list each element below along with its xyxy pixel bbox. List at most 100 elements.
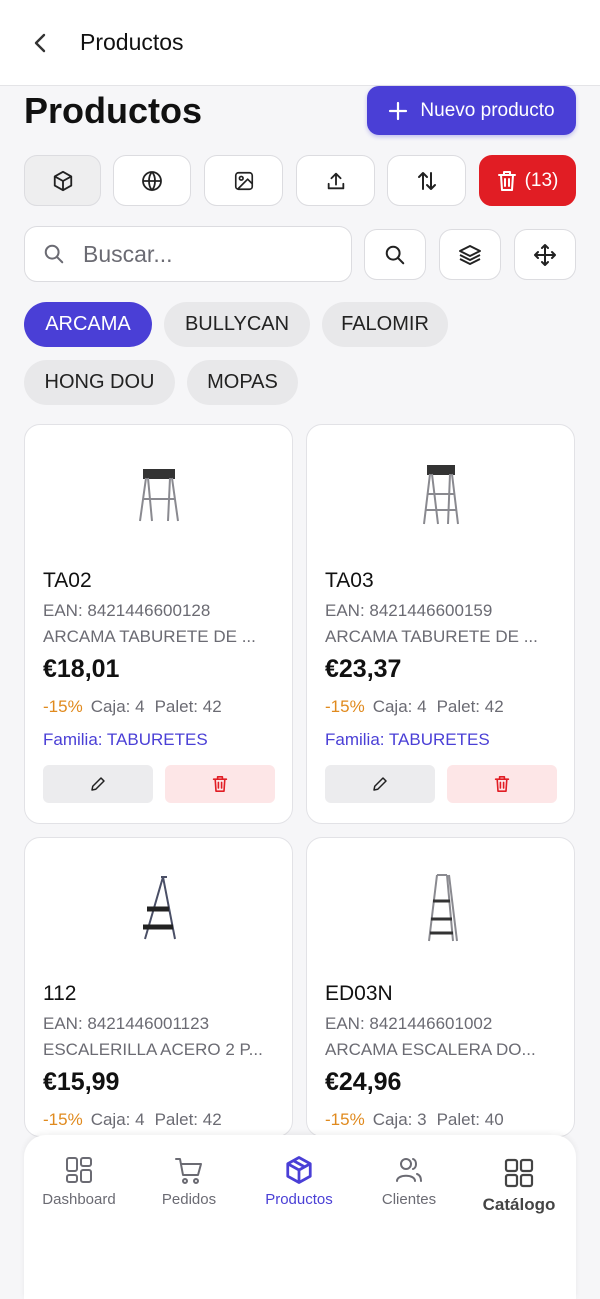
product-ean: EAN: 8421446601002: [325, 1014, 493, 1033]
product-caja: Caja: 4: [90, 697, 145, 716]
grid-icon: [504, 1158, 534, 1188]
product-meta: -15% Caja: 4 Palet: 42: [325, 697, 504, 717]
image-icon: [234, 171, 253, 190]
pencil-icon: [91, 777, 105, 791]
dashboard-icon: [66, 1157, 92, 1183]
product-family[interactable]: Familia: TABURETES: [325, 730, 490, 750]
product-discount: -15%: [43, 697, 83, 716]
nav-label: Dashboard: [42, 1191, 116, 1208]
nav-item-pedidos[interactable]: Pedidos: [134, 1155, 244, 1208]
delete-product-button[interactable]: [165, 765, 275, 803]
product-ean: EAN: 8421446600159: [325, 601, 493, 620]
chevron-left-icon: [34, 33, 46, 52]
brand-chip-bullycan[interactable]: BULLYCAN: [164, 302, 310, 347]
product-palet: Palet: 40: [436, 1110, 504, 1129]
move-button[interactable]: [514, 229, 576, 280]
search-placeholder: Buscar...: [83, 240, 173, 267]
product-discount: -15%: [325, 1110, 365, 1129]
page-title: Productos: [24, 90, 203, 131]
users-icon: [396, 1158, 422, 1182]
brand-chip-arcama[interactable]: ARCAMA: [24, 302, 152, 347]
nav-item-clientes[interactable]: Clientes: [354, 1155, 464, 1208]
product-image: [25, 838, 292, 978]
product-family[interactable]: Familia: TABURETES: [43, 730, 208, 750]
top-bar: Productos: [0, 0, 600, 86]
delete-count: (13): [524, 169, 559, 191]
product-meta: -15% Caja: 4 Palet: 42: [43, 697, 222, 717]
nav-item-dashboard[interactable]: Dashboard: [24, 1155, 134, 1208]
trash-icon: [497, 170, 516, 191]
search-icon: [385, 245, 405, 264]
new-product-label: Nuevo producto: [420, 99, 555, 121]
product-image: [307, 425, 574, 565]
move-icon: [534, 243, 556, 266]
product-caja: Caja: 3: [372, 1110, 427, 1129]
nav-label: Productos: [265, 1191, 333, 1208]
product-code: 112: [43, 982, 77, 1005]
product-image: [25, 425, 292, 565]
product-image: [307, 838, 574, 978]
nav-label: Pedidos: [161, 1191, 217, 1208]
edit-product-button[interactable]: [43, 765, 153, 803]
product-card[interactable]: 112 EAN: 8421446001123 ESCALERILLA ACERO…: [24, 837, 293, 1137]
product-palet: Palet: 42: [154, 1110, 222, 1129]
layers-button[interactable]: [439, 229, 501, 280]
product-code: TA03: [325, 569, 374, 592]
product-card[interactable]: TA02 EAN: 8421446600128 ARCAMA TABURETE …: [24, 424, 293, 824]
layers-icon: [459, 244, 481, 265]
search-icon: [44, 244, 64, 264]
product-palet: Palet: 42: [436, 697, 504, 716]
upload-icon: [327, 172, 344, 189]
product-description: ARCAMA TABURETE DE ...: [43, 627, 256, 646]
delete-product-button[interactable]: [447, 765, 557, 803]
product-description: ARCAMA TABURETE DE ...: [325, 627, 538, 646]
product-price: €15,99: [43, 1068, 120, 1096]
product-caja: Caja: 4: [372, 697, 427, 716]
new-product-button[interactable]: Nuevo producto: [367, 86, 576, 135]
brand-chip-hong-dou[interactable]: HONG DOU: [24, 360, 175, 405]
product-price: €24,96: [325, 1068, 402, 1096]
sort-icon: [417, 171, 436, 190]
globe-icon: [142, 170, 162, 191]
brand-chip-mopas[interactable]: MOPAS: [187, 360, 298, 405]
product-code: ED03N: [325, 982, 393, 1005]
trash-icon: [494, 776, 510, 792]
cart-icon: [175, 1158, 202, 1184]
product-ean: EAN: 8421446600128: [43, 601, 211, 620]
pencil-icon: [373, 777, 387, 791]
top-bar-title: Productos: [80, 29, 184, 55]
image-button[interactable]: [204, 155, 283, 206]
nav-label: Catálogo: [482, 1195, 556, 1214]
product-card[interactable]: TA03 EAN: 8421446600159 ARCAMA TABURETE …: [306, 424, 575, 824]
bottom-navigation: Dashboard Pedidos Productos Clientes Cat…: [24, 1135, 576, 1299]
product-discount: -15%: [325, 697, 365, 716]
cube-icon: [286, 1156, 312, 1184]
product-caja: Caja: 4: [90, 1110, 145, 1129]
nav-item-productos[interactable]: Productos: [244, 1155, 354, 1208]
edit-product-button[interactable]: [325, 765, 435, 803]
nav-item-catalogo[interactable]: Catálogo: [464, 1157, 574, 1215]
product-meta: -15% Caja: 4 Palet: 42: [43, 1110, 222, 1130]
brand-chip-falomir[interactable]: FALOMIR: [322, 302, 448, 347]
product-discount: -15%: [43, 1110, 83, 1129]
globe-button[interactable]: [113, 155, 191, 206]
plus-icon: [389, 101, 408, 120]
product-card[interactable]: ED03N EAN: 8421446601002 ARCAMA ESCALERA…: [306, 837, 575, 1137]
product-code: TA02: [43, 569, 92, 592]
product-price: €23,37: [325, 655, 402, 683]
trash-icon: [212, 776, 228, 792]
product-meta: -15% Caja: 3 Palet: 40: [325, 1110, 504, 1130]
search-button[interactable]: [364, 229, 426, 280]
product-ean: EAN: 8421446001123: [43, 1014, 210, 1033]
product-palet: Palet: 42: [154, 697, 222, 716]
search-input[interactable]: Buscar...: [24, 226, 352, 282]
nav-label: Clientes: [381, 1191, 437, 1208]
upload-button[interactable]: [296, 155, 375, 206]
delete-selected-button[interactable]: (13): [479, 155, 576, 206]
back-button[interactable]: [20, 23, 60, 63]
product-description: ARCAMA ESCALERA DO...: [325, 1040, 536, 1059]
sort-button[interactable]: [387, 155, 466, 206]
product-description: ESCALERILLA ACERO 2 P...: [43, 1040, 263, 1059]
cube-view-button[interactable]: [24, 155, 101, 206]
product-price: €18,01: [43, 655, 120, 683]
